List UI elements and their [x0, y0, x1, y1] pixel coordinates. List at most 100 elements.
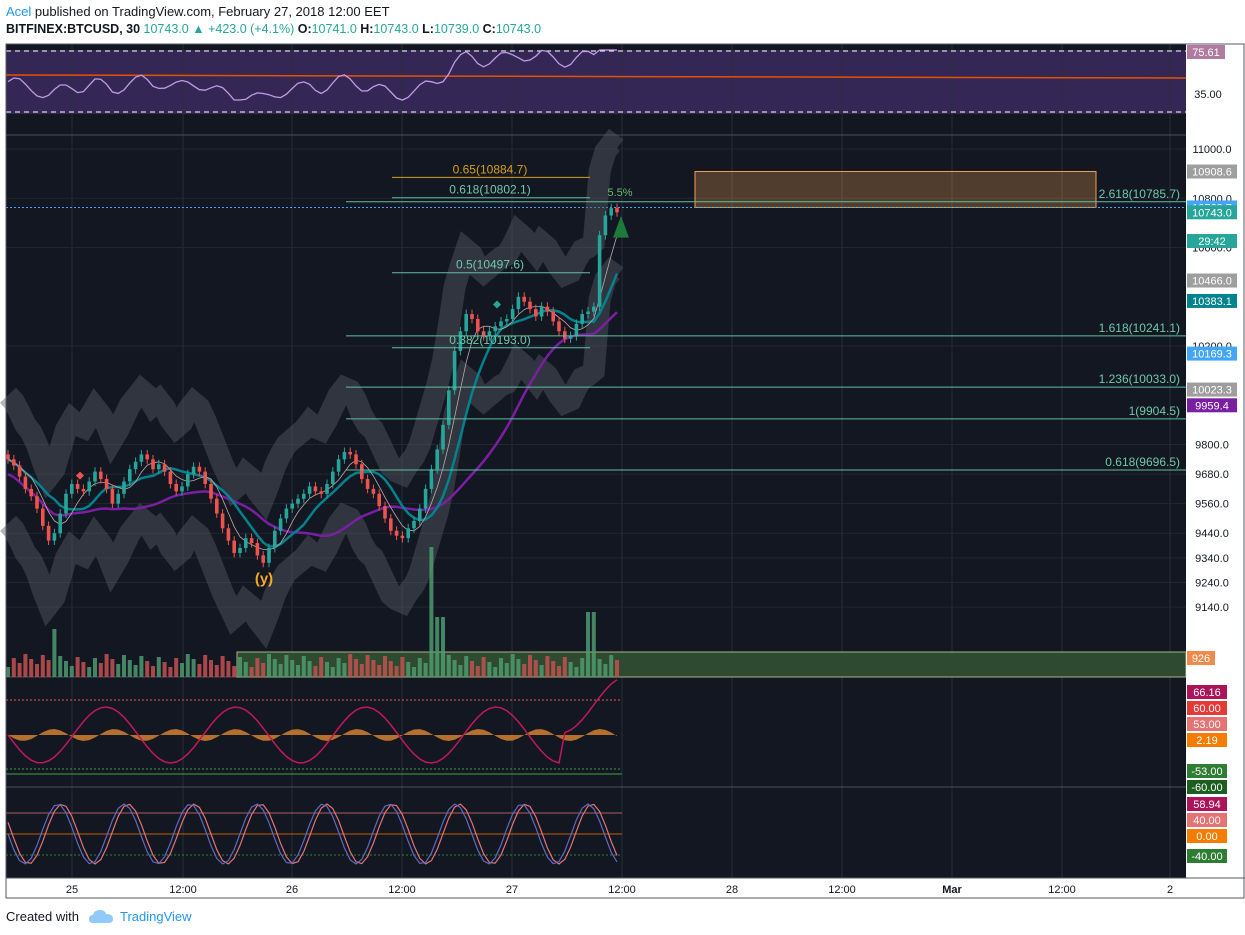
- candle-body: [377, 493, 381, 507]
- volume-bar: [6, 667, 10, 677]
- fib-level-label: 1.236(10033.0): [1099, 372, 1180, 386]
- volume-bar: [23, 654, 28, 677]
- time-tick-label: 12:00: [1048, 884, 1076, 896]
- candle-body: [29, 488, 33, 497]
- volume-bar: [557, 666, 561, 677]
- candle-body: [273, 530, 277, 549]
- candle-body: [505, 318, 509, 322]
- volume-bar: [139, 656, 144, 677]
- candle-body: [104, 479, 109, 489]
- price-tick-label: 9340.0: [1195, 553, 1229, 565]
- candle-body: [348, 451, 352, 455]
- time-tick-label: 12:00: [828, 884, 856, 896]
- candle-body: [151, 459, 155, 470]
- volume-bar: [133, 665, 138, 677]
- volume-bar: [441, 617, 445, 677]
- candle-body: [574, 323, 579, 337]
- candle-body: [215, 498, 219, 514]
- candle-body: [360, 464, 364, 480]
- volume-bar: [267, 654, 271, 677]
- candle-body: [133, 461, 138, 470]
- candle-body: [563, 331, 567, 339]
- volume-bar: [69, 666, 74, 677]
- volume-bar: [591, 612, 596, 677]
- candle-body: [157, 464, 161, 470]
- volume-bar: [470, 661, 474, 677]
- candle-body: [423, 488, 428, 509]
- osc1-label: 2.19: [1196, 735, 1217, 747]
- volume-bar: [493, 667, 498, 677]
- time-tick-label: 26: [286, 884, 298, 896]
- volume-bar: [371, 660, 376, 677]
- volume-bar: [75, 657, 80, 677]
- volume-bar: [35, 664, 39, 677]
- close-value: 10743.0: [495, 22, 542, 36]
- wave-label: (y): [255, 571, 273, 588]
- volume-bar: [516, 659, 521, 677]
- price-tick-label: 9240.0: [1195, 577, 1229, 589]
- candle-body: [244, 538, 248, 549]
- tradingview-chart[interactable]: 0.65(10884.7) 0.618(10802.1) 0.5(10497.6) 0…: [0, 40, 1245, 902]
- fib-level-label: 0.65(10884.7): [453, 162, 528, 176]
- rsi-level-label: 35.00: [1194, 89, 1222, 101]
- osc1-label: 60.00: [1193, 703, 1221, 715]
- volume-bar: [603, 664, 608, 677]
- candle-body: [441, 424, 445, 450]
- author-link[interactable]: Acel: [6, 4, 31, 19]
- candle-body: [296, 498, 300, 504]
- volume-bar: [98, 663, 103, 677]
- candle-body: [342, 451, 347, 460]
- candle-body: [35, 496, 39, 509]
- time-tick-label: 12:00: [388, 884, 416, 896]
- price-tick-label: 11000.0: [1193, 144, 1232, 156]
- price-label: 9959.4: [1195, 400, 1229, 412]
- volume-bar: [81, 662, 86, 677]
- candle-body: [510, 309, 515, 319]
- candle-body: [429, 469, 434, 489]
- candle-body: [267, 548, 271, 563]
- osc2-label: 40.00: [1193, 815, 1221, 827]
- volume-bar: [209, 660, 213, 677]
- price-tick-label: 9440.0: [1195, 528, 1229, 540]
- candle-body: [615, 208, 619, 213]
- candle-body: [197, 466, 202, 472]
- candle-body: [139, 454, 144, 462]
- candle-body: [406, 528, 410, 539]
- time-tick-label: 28: [726, 884, 738, 896]
- volume-bar: [284, 655, 289, 677]
- candle-body: [522, 296, 526, 302]
- volume-bar: [307, 661, 312, 677]
- candle-body: [81, 488, 86, 492]
- candle-body: [336, 459, 341, 472]
- fib-level-label: 1.618(10241.1): [1099, 321, 1180, 335]
- volume-bar: [394, 666, 399, 677]
- volume-bar: [296, 665, 300, 677]
- fib-level-label: 0.618(9696.5): [1105, 455, 1180, 469]
- volume-bar: [545, 656, 550, 677]
- candle-body: [365, 479, 370, 489]
- candle-body: [145, 454, 149, 460]
- candle-body: [516, 296, 521, 310]
- candle-body: [528, 301, 532, 310]
- volume-bar: [243, 662, 248, 677]
- candle-body: [41, 508, 45, 526]
- candle-body: [499, 321, 503, 327]
- candle-body: [383, 506, 387, 519]
- volume-bar: [580, 658, 585, 677]
- candle-body: [110, 488, 115, 504]
- candle-body: [597, 235, 602, 307]
- volume-label: 926: [1192, 653, 1210, 665]
- tradingview-brand-link[interactable]: TradingView: [120, 909, 192, 924]
- volume-bar: [29, 659, 34, 677]
- candle-body: [313, 486, 318, 492]
- volume-bar: [330, 667, 335, 677]
- close-label: C:: [482, 22, 496, 36]
- volume-bar: [446, 655, 451, 677]
- volume-bar: [586, 612, 590, 677]
- volume-bar: [388, 661, 393, 677]
- up-triangle-icon: ▲: [192, 22, 205, 36]
- volume-bar: [290, 660, 295, 677]
- volume-bar: [255, 658, 260, 677]
- volume-bar: [162, 662, 167, 677]
- candle-body: [220, 513, 225, 529]
